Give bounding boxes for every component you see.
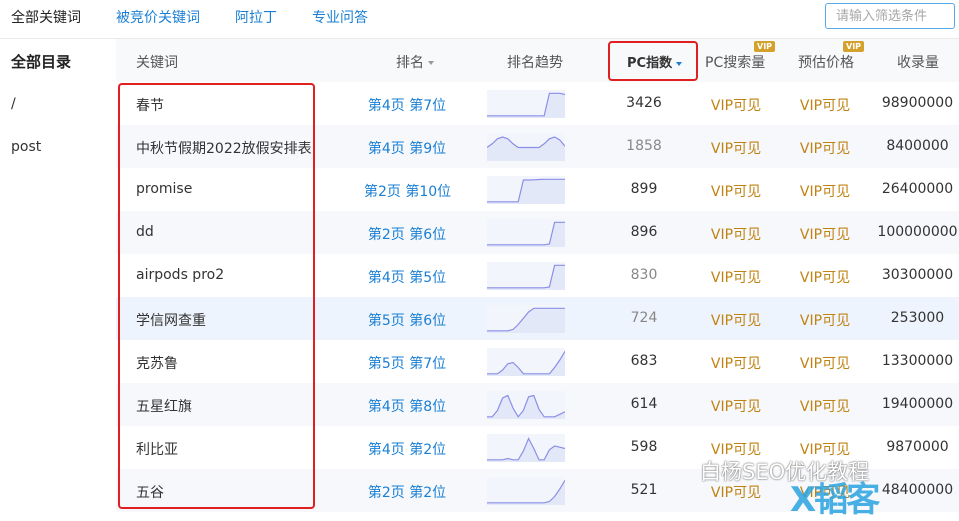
indexed-count: 100000000 xyxy=(877,224,958,240)
sort-caret-icon xyxy=(676,61,683,66)
header-rank-label: 排名 xyxy=(396,55,424,71)
pc-search-vip[interactable]: VIP可见 xyxy=(701,267,771,287)
pc-index-value: 598 xyxy=(630,439,658,455)
pc-index-value: 3426 xyxy=(626,95,662,111)
vip-badge: VIP xyxy=(754,41,776,52)
rank-trend-sparkline xyxy=(487,262,565,290)
rank-trend-sparkline xyxy=(487,434,565,462)
rank-trend-sparkline xyxy=(487,348,565,376)
rank-link[interactable]: 第4页 第2位 xyxy=(364,439,450,459)
rank-link[interactable]: 第2页 第6位 xyxy=(364,224,450,244)
rank-trend-sparkline xyxy=(487,219,565,247)
price-vip[interactable]: VIP可见 xyxy=(790,396,860,416)
keyword-cell: 中秋节假期2022放假安排表 xyxy=(136,141,312,157)
keyword-tabs: 全部关键词 被竞价关键词 阿拉丁 专业问答 xyxy=(0,0,959,34)
indexed-count: 253000 xyxy=(890,310,945,326)
price-vip[interactable]: VIP可见 xyxy=(790,310,860,330)
pc-search-vip[interactable]: VIP可见 xyxy=(701,95,771,115)
table-row: 学信网查重 第5页 第6位 724 VIP可见 VIP可见 253000 xyxy=(116,297,959,340)
indexed-count: 26400000 xyxy=(881,181,954,197)
sort-caret-icon xyxy=(428,61,434,65)
rank-trend-sparkline xyxy=(487,391,565,419)
pc-index-value: 683 xyxy=(630,353,658,369)
pc-search-vip[interactable]: VIP可见 xyxy=(701,224,771,244)
tab-all-keywords[interactable]: 全部关键词 xyxy=(11,7,81,27)
table-row: promise 第2页 第10位 899 VIP可见 VIP可见 26400000 xyxy=(116,168,959,211)
indexed-count: 98900000 xyxy=(881,95,954,111)
indexed-count: 30300000 xyxy=(881,267,954,283)
header-pc-search: PC搜索量 xyxy=(705,55,766,71)
rank-trend-sparkline xyxy=(487,90,565,118)
rank-link[interactable]: 第4页 第7位 xyxy=(364,95,450,115)
header-trend: 排名趋势 xyxy=(507,55,563,71)
table-row: 春节 第4页 第7位 3426 VIP可见 VIP可见 98900000 xyxy=(116,82,959,125)
table-row: 五星红旗 第4页 第8位 614 VIP可见 VIP可见 19400000 xyxy=(116,383,959,426)
indexed-count: 13300000 xyxy=(881,353,954,369)
keyword-cell: dd xyxy=(136,224,154,240)
pc-index-value: 724 xyxy=(630,310,658,326)
header-pc-index-label: PC指数 xyxy=(627,56,673,71)
rank-link[interactable]: 第5页 第6位 xyxy=(364,310,450,330)
pc-index-value: 830 xyxy=(630,267,658,283)
rank-trend-sparkline xyxy=(487,477,565,505)
price-vip[interactable]: VIP可见 xyxy=(790,224,860,244)
rank-link[interactable]: 第4页 第9位 xyxy=(364,138,450,158)
keyword-cell: 五星红旗 xyxy=(136,399,192,415)
pc-index-value: 896 xyxy=(630,224,658,240)
keyword-cell: promise xyxy=(136,181,193,197)
indexed-count: 48400000 xyxy=(881,482,954,498)
pc-index-value: 521 xyxy=(630,482,658,498)
header-indexed: 收录量 xyxy=(897,55,939,71)
rank-link[interactable]: 第5页 第7位 xyxy=(364,353,450,373)
tab-bid-keywords[interactable]: 被竞价关键词 xyxy=(116,7,200,27)
indexed-count: 9870000 xyxy=(886,439,949,455)
pc-search-vip[interactable]: VIP可见 xyxy=(701,310,771,330)
price-vip[interactable]: VIP可见 xyxy=(790,95,860,115)
rank-link[interactable]: 第2页 第2位 xyxy=(364,482,450,502)
pc-search-vip[interactable]: VIP可见 xyxy=(701,396,771,416)
keyword-cell: 利比亚 xyxy=(136,442,178,458)
header-rank[interactable]: 排名 xyxy=(396,52,434,72)
rank-trend-sparkline xyxy=(487,133,565,161)
keyword-cell: 五谷 xyxy=(136,485,164,501)
rank-trend-sparkline xyxy=(487,176,565,204)
price-vip[interactable]: VIP可见 xyxy=(790,353,860,373)
pc-search-vip[interactable]: VIP可见 xyxy=(701,181,771,201)
price-vip[interactable]: VIP可见 xyxy=(790,267,860,287)
tab-aladdin[interactable]: 阿拉丁 xyxy=(235,7,277,27)
keyword-table: 关键词 排名 排名趋势 PC指数 PC搜索量 VIP 预估价格 VIP 收录量 … xyxy=(116,39,959,514)
price-vip[interactable]: VIP可见 xyxy=(790,138,860,158)
table-row: 中秋节假期2022放假安排表 第4页 第9位 1858 VIP可见 VIP可见 84000… xyxy=(116,125,959,168)
tab-qa[interactable]: 专业问答 xyxy=(312,7,368,27)
keyword-cell: 春节 xyxy=(136,98,164,114)
rank-link[interactable]: 第4页 第5位 xyxy=(364,267,450,287)
price-vip[interactable]: VIP可见 xyxy=(790,181,860,201)
rank-link[interactable]: 第4页 第8位 xyxy=(364,396,450,416)
sidebar-title: 全部目录 xyxy=(11,53,72,71)
keyword-cell: airpods pro2 xyxy=(136,267,225,283)
keyword-cell: 克苏鲁 xyxy=(136,356,178,372)
table-row: 克苏鲁 第5页 第7位 683 VIP可见 VIP可见 13300000 xyxy=(116,340,959,383)
pc-index-value: 1858 xyxy=(626,138,662,154)
header-pc-index[interactable]: PC指数 xyxy=(627,52,683,71)
header-price: 预估价格 xyxy=(798,55,854,71)
indexed-count: 19400000 xyxy=(881,396,954,412)
pc-index-value: 899 xyxy=(630,181,658,197)
indexed-count: 8400000 xyxy=(886,138,949,154)
vip-badge: VIP xyxy=(843,41,865,52)
table-row: dd 第2页 第6位 896 VIP可见 VIP可见 100000000 xyxy=(116,211,959,254)
pc-search-vip[interactable]: VIP可见 xyxy=(701,138,771,158)
rank-link[interactable]: 第2页 第10位 xyxy=(364,181,451,201)
sidebar-item-post[interactable]: post xyxy=(11,139,41,155)
table-header: 关键词 排名 排名趋势 PC指数 PC搜索量 VIP 预估价格 VIP 收录量 xyxy=(116,39,959,82)
header-keyword: 关键词 xyxy=(136,55,178,71)
keyword-cell: 学信网查重 xyxy=(136,313,206,329)
rank-trend-sparkline xyxy=(487,305,565,333)
directory-sidebar: 全部目录 / post xyxy=(0,39,116,514)
pc-index-value: 614 xyxy=(630,396,658,412)
table-row: airpods pro2 第4页 第5位 830 VIP可见 VIP可见 30300000 xyxy=(116,254,959,297)
sidebar-item-root[interactable]: / xyxy=(11,96,16,112)
filter-input[interactable] xyxy=(825,3,955,29)
pc-search-vip[interactable]: VIP可见 xyxy=(701,353,771,373)
